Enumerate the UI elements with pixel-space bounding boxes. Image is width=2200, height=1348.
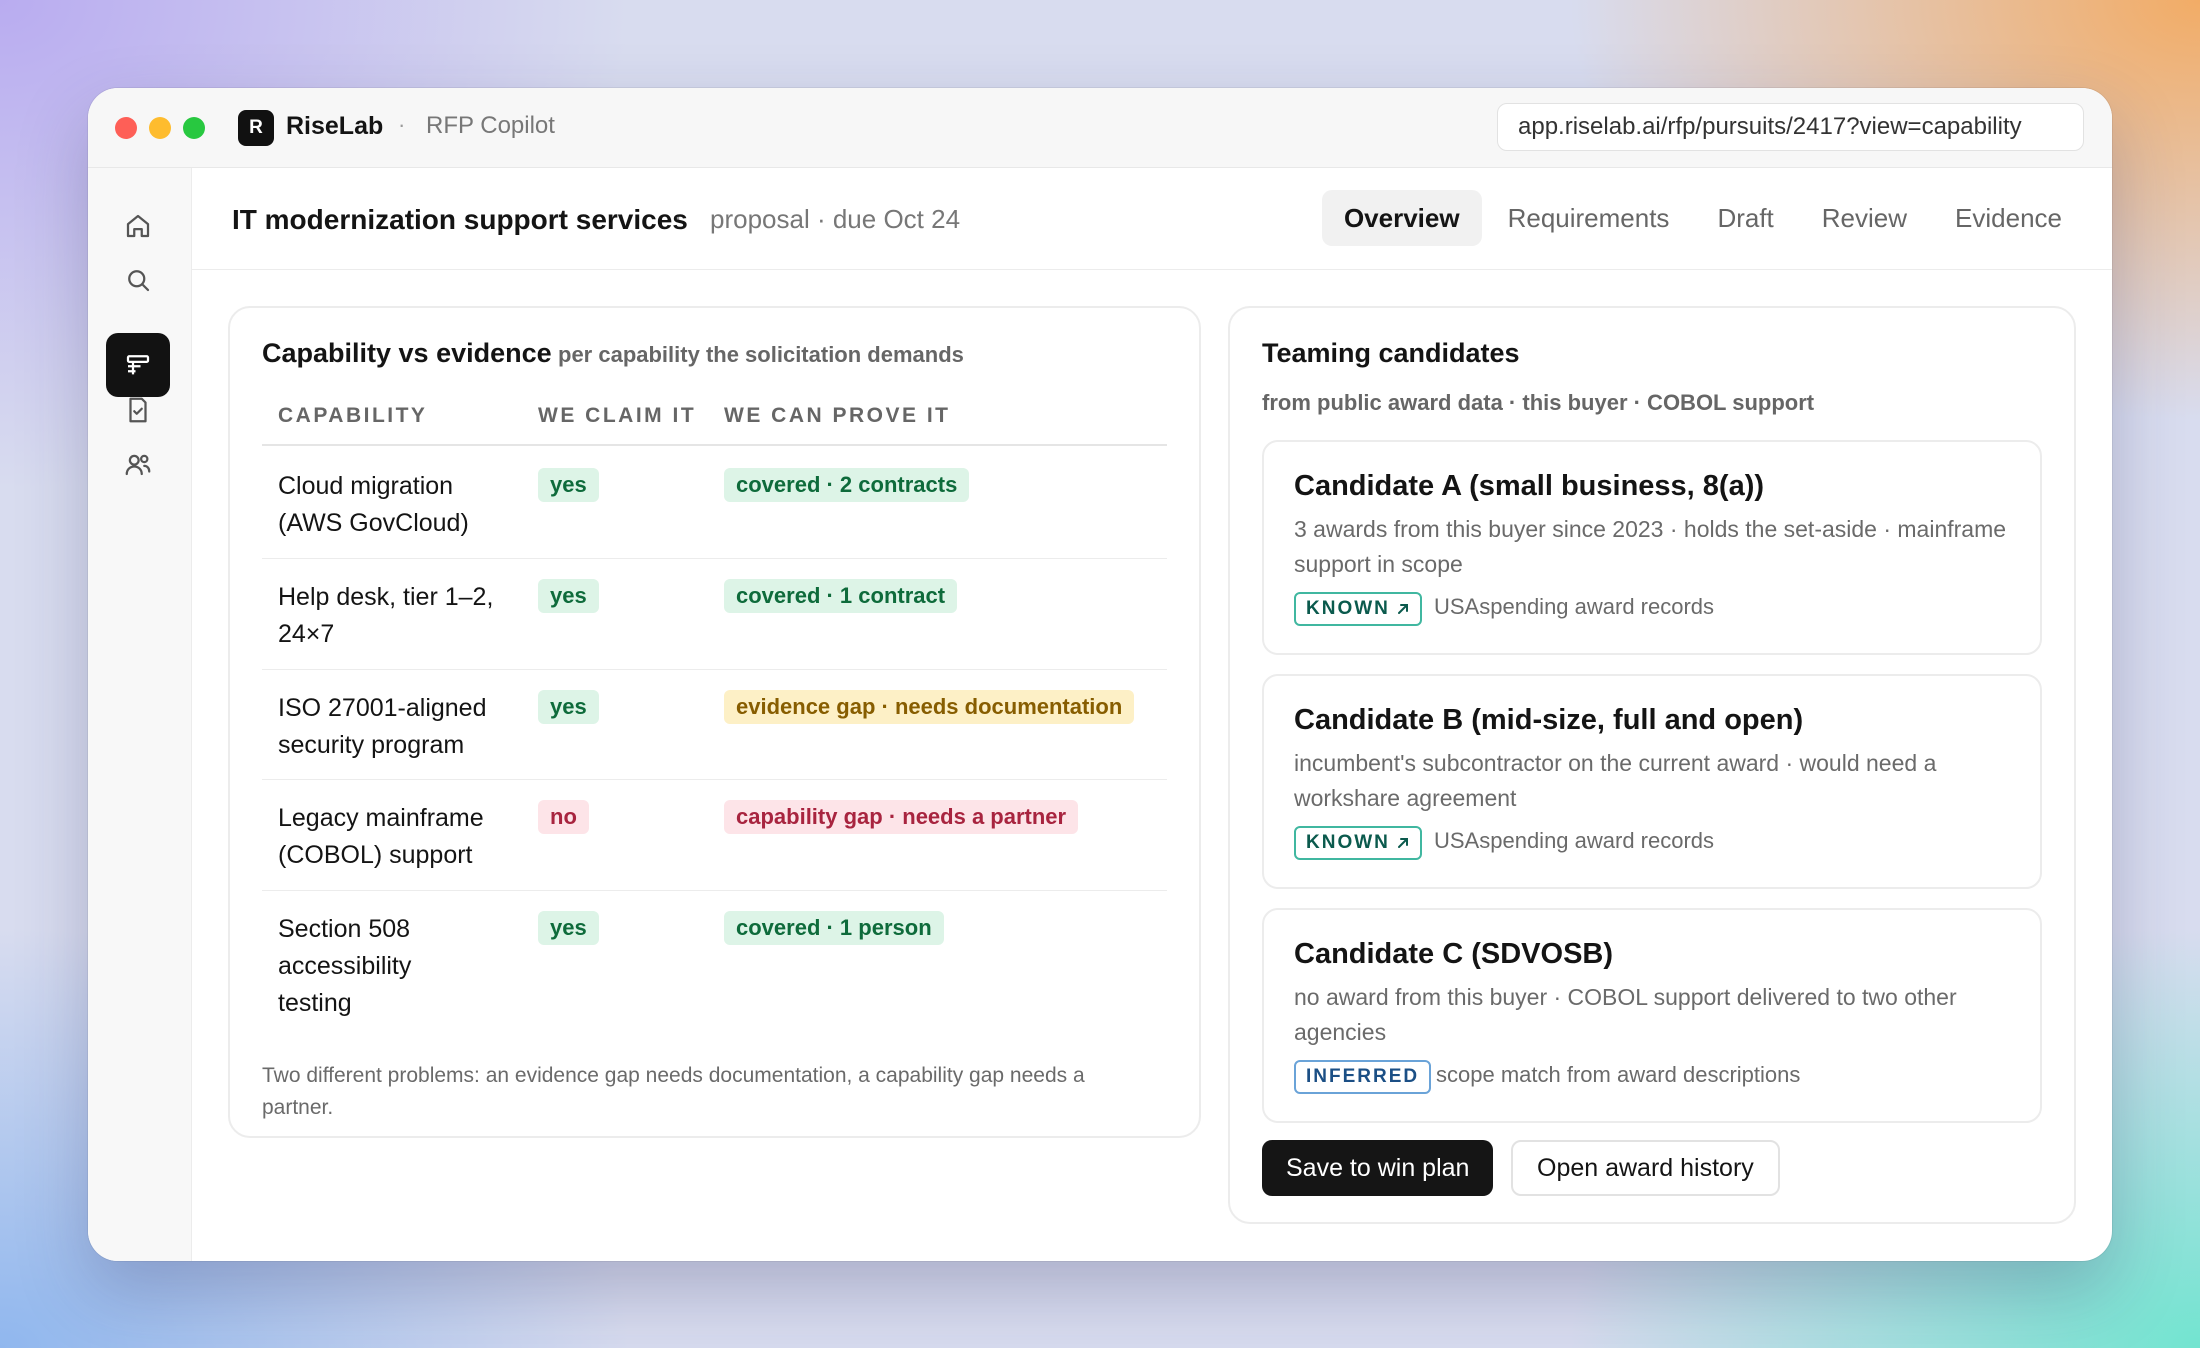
checklist-icon	[129, 397, 147, 423]
candidate-card[interactable]: Candidate A (small business, 8(a)) 3 awa…	[1262, 440, 2042, 655]
page-meta: proposal · due Oct 24	[710, 204, 961, 234]
tag-label: KNOWN	[1306, 598, 1390, 619]
page-title: IT modernization support services	[232, 204, 688, 235]
app-name: RFP Copilot	[426, 112, 555, 139]
table-row: Section 508 accessibility testing yes co…	[262, 891, 1167, 1031]
tab-bar: Overview Requirements Draft Review Evide…	[1321, 190, 2084, 246]
sidebar-item-team[interactable]	[106, 432, 170, 496]
capability-subtitle: per capability the solicitation demands	[558, 342, 964, 367]
capability-card: Capability vs evidence per capability th…	[228, 306, 1201, 1138]
teaming-card: Teaming candidates from public award dat…	[1228, 306, 2076, 1224]
capability-name: Cloud migration (AWS GovCloud)	[278, 472, 469, 537]
capability-name: Help desk, tier 1–2, 24×7	[278, 583, 494, 648]
close-window-button[interactable]	[115, 117, 137, 139]
proposal-icon	[126, 355, 150, 375]
table-row: Help desk, tier 1–2, 24×7 yes covered · …	[262, 559, 1167, 670]
brand-separator: ·	[398, 112, 406, 137]
proof-badge: evidence gap · needs documentation	[724, 690, 1135, 724]
users-icon	[125, 454, 151, 476]
tab-requirements[interactable]: Requirements	[1486, 190, 1692, 246]
proof-badge: covered · 2 contracts	[724, 468, 970, 502]
capability-name: Legacy mainframe (COBOL) support	[278, 804, 484, 869]
teaming-title: Teaming candidates	[1262, 338, 1520, 368]
known-tag[interactable]: KNOWN	[1294, 826, 1422, 860]
claim-badge: yes	[538, 690, 599, 724]
capability-name: ISO 27001-aligned security program	[278, 694, 487, 759]
table-row: ISO 27001-aligned security program yes e…	[262, 670, 1167, 780]
tab-review[interactable]: Review	[1800, 190, 1929, 246]
search-icon	[128, 270, 150, 292]
home-icon	[126, 214, 150, 238]
capability-title: Capability vs evidence	[262, 338, 552, 368]
tag-source: USAspending award records	[1434, 594, 1715, 619]
claim-badge: no	[538, 800, 589, 834]
tag-source: USAspending award records	[1434, 828, 1715, 853]
arrow-up-right-icon	[1397, 604, 1408, 614]
table-row: Cloud migration (AWS GovCloud) yes cover…	[262, 448, 1167, 559]
capability-note: Two different problems: an evidence gap …	[262, 1064, 1085, 1119]
sidebar	[88, 168, 192, 1261]
save-to-win-plan-button[interactable]: Save to win plan	[1262, 1140, 1494, 1196]
candidate-name: Candidate C (SDVOSB)	[1294, 938, 1614, 970]
tag-label: INFERRED	[1306, 1066, 1420, 1087]
candidate-card[interactable]: Candidate C (SDVOSB) no award from this …	[1262, 908, 2042, 1123]
column-header: WE CAN PROVE IT	[724, 404, 951, 427]
arrow-up-right-icon	[1397, 838, 1408, 848]
maximize-window-button[interactable]	[183, 117, 205, 139]
teaming-subtitle: from public award data · this buyer · CO…	[1262, 390, 1815, 415]
candidate-name: Candidate A (small business, 8(a))	[1294, 470, 1765, 502]
candidate-description: incumbent's subcontractor on the current…	[1294, 750, 1937, 811]
claim-badge: yes	[538, 579, 599, 613]
claim-badge: yes	[538, 911, 599, 945]
tab-evidence[interactable]: Evidence	[1933, 190, 2084, 246]
proof-badge: covered · 1 person	[724, 911, 944, 945]
column-header: WE CLAIM IT	[538, 404, 697, 427]
table-row: Legacy mainframe (COBOL) support no capa…	[262, 780, 1167, 891]
proof-badge: capability gap · needs a partner	[724, 800, 1079, 834]
candidate-card[interactable]: Candidate B (mid-size, full and open) in…	[1262, 674, 2042, 889]
tab-draft[interactable]: Draft	[1695, 190, 1795, 246]
capability-table-header: CAPABILITY WE CLAIM IT WE CAN PROVE IT	[262, 404, 1167, 446]
candidate-description: no award from this buyer · COBOL support…	[1294, 984, 1957, 1045]
tag-label: KNOWN	[1306, 832, 1390, 853]
sidebar-item-search[interactable]	[106, 248, 170, 312]
capability-name: Section 508 accessibility testing	[278, 915, 412, 1017]
candidate-description: 3 awards from this buyer since 2023 · ho…	[1294, 516, 2007, 577]
tab-overview[interactable]: Overview	[1321, 190, 1482, 246]
title-separator: ·	[674, 204, 682, 231]
url-bar[interactable]: app.riselab.ai/rfp/pursuits/2417?view=ca…	[1497, 103, 2084, 151]
tag-source: scope match from award descriptions	[1436, 1062, 1801, 1087]
page-header: IT modernization support services · prop…	[192, 168, 2112, 270]
url-text: app.riselab.ai/rfp/pursuits/2417?view=ca…	[1518, 113, 2022, 140]
claim-badge: yes	[538, 468, 599, 502]
column-header: CAPABILITY	[278, 404, 428, 427]
known-tag[interactable]: KNOWN	[1294, 592, 1422, 626]
brand-name: RiseLab	[286, 112, 384, 140]
minimize-window-button[interactable]	[149, 117, 171, 139]
candidate-name: Candidate B (mid-size, full and open)	[1294, 704, 1804, 736]
open-award-history-button[interactable]: Open award history	[1511, 1140, 1780, 1196]
inferred-tag: INFERRED	[1294, 1060, 1432, 1094]
title-bar: R RiseLab · RFP Copilot app.riselab.ai/r…	[88, 88, 2112, 168]
brand-logo: R	[238, 110, 274, 146]
proof-badge: covered · 1 contract	[724, 579, 958, 613]
